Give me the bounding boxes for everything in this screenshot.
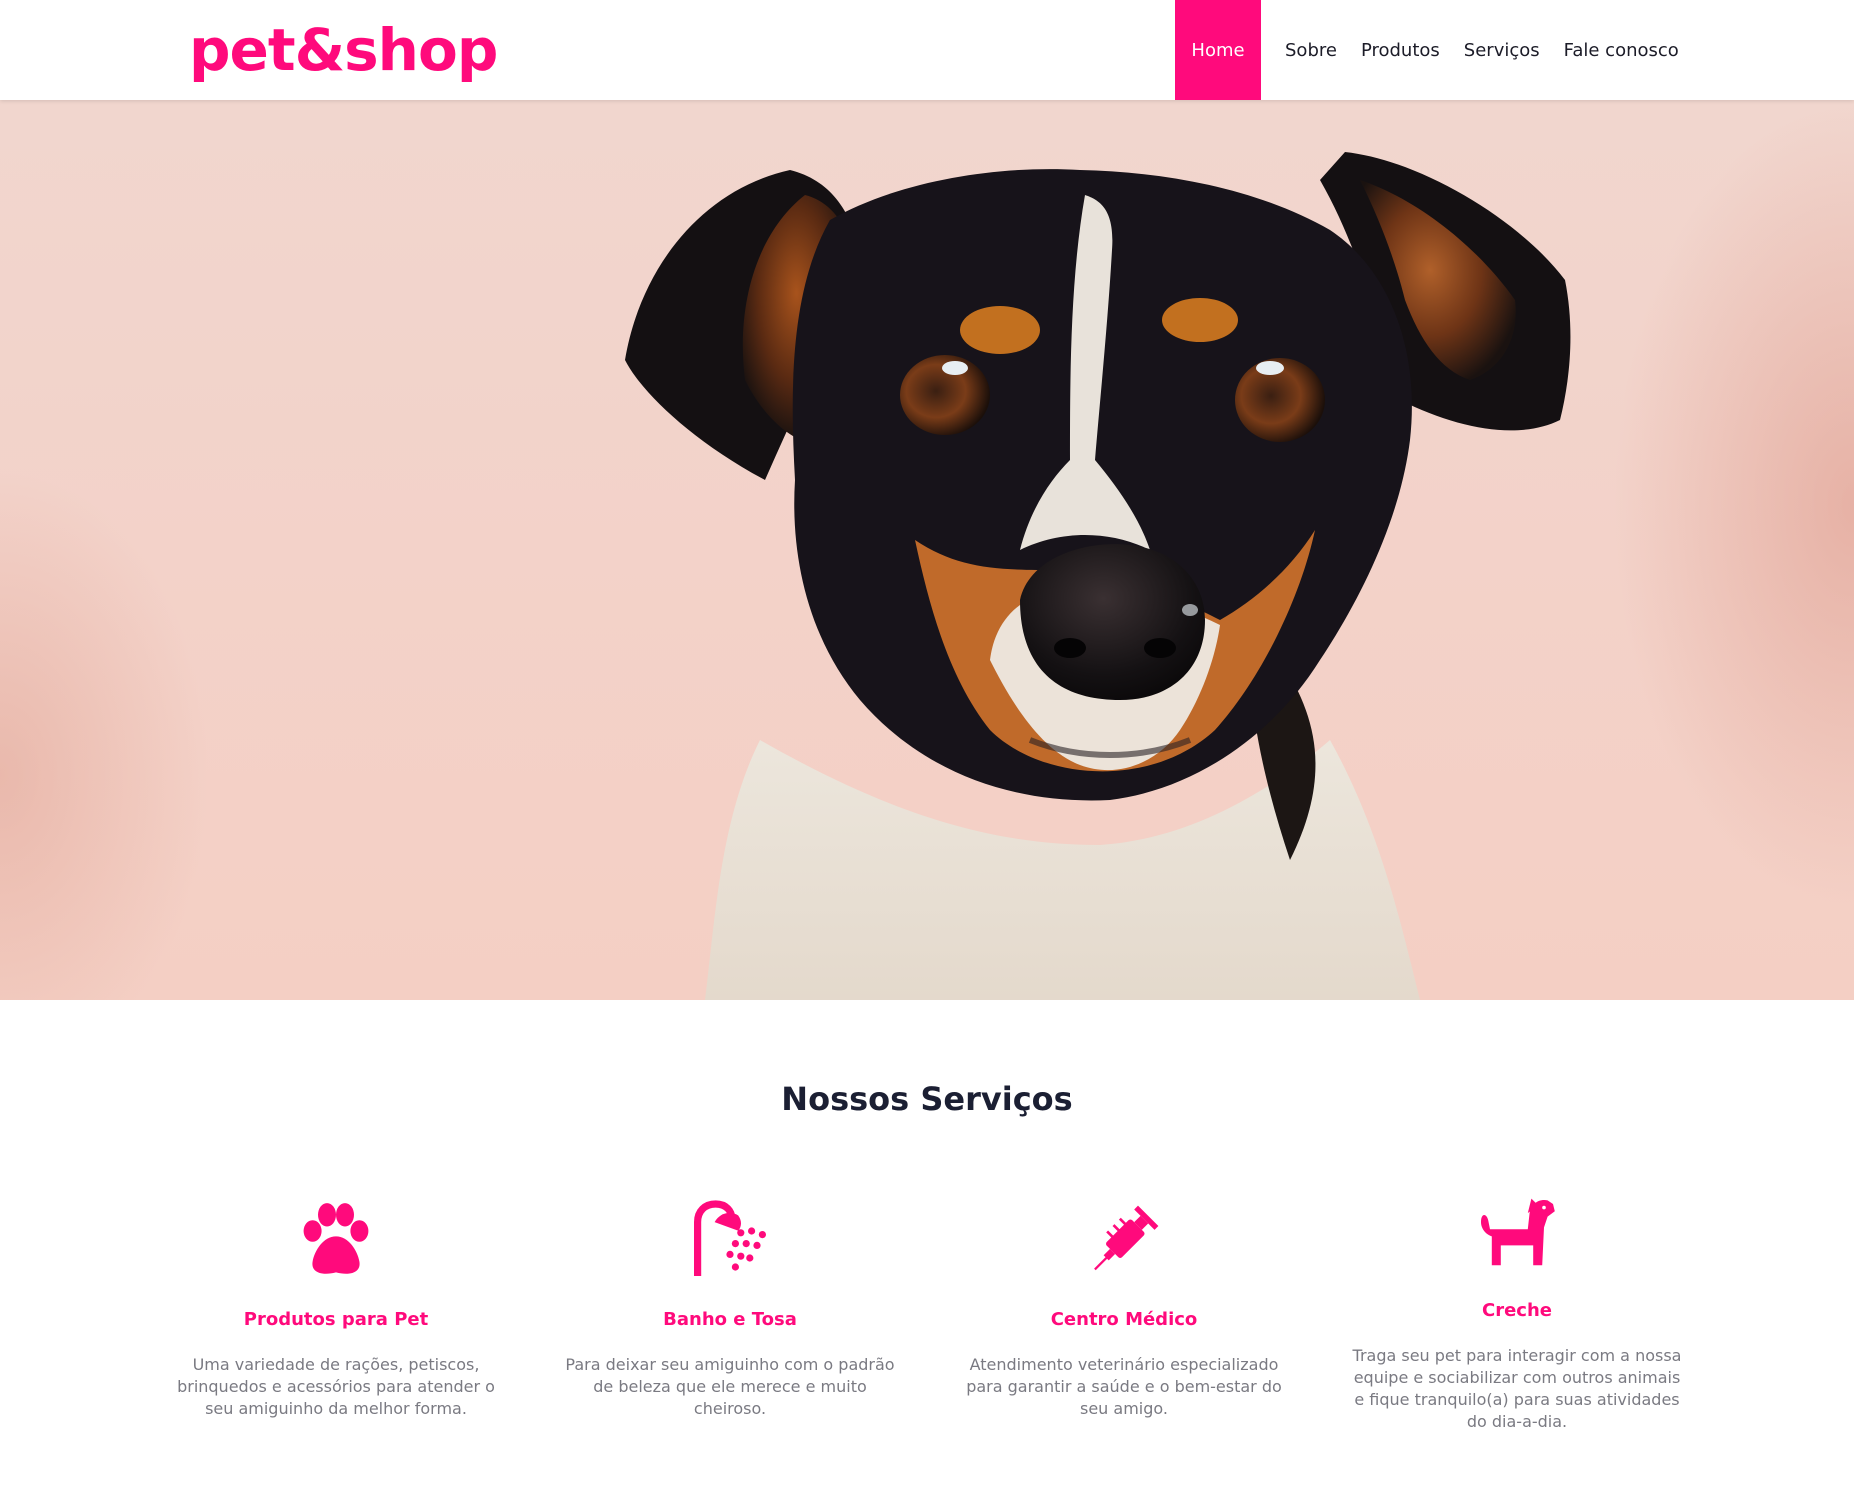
- dog-icon: [1481, 1198, 1555, 1266]
- paw-icon: [303, 1203, 369, 1274]
- service-name: Banho e Tosa: [663, 1309, 797, 1330]
- main-nav: Home Sobre Produtos Serviços Fale conosc…: [1175, 0, 1691, 100]
- hero-banner: [0, 100, 1854, 1000]
- logo[interactable]: pet&shop: [189, 10, 498, 90]
- nav-item-produtos[interactable]: Produtos: [1349, 0, 1452, 100]
- dog-portrait-photo: [625, 152, 1571, 1000]
- service-description: Uma variedade de rações, petiscos, brinq…: [177, 1355, 495, 1418]
- service-name: Creche: [1482, 1300, 1552, 1321]
- syringe-icon: [1094, 1205, 1159, 1271]
- service-card-produtos: Produtos para Pet Uma variedade de raçõe…: [166, 1195, 506, 1420]
- nav-item-servicos[interactable]: Serviços: [1452, 0, 1552, 100]
- service-name: Produtos para Pet: [243, 1309, 429, 1330]
- service-card-banho: Banho e Tosa Para deixar seu amiguinho c…: [560, 1195, 900, 1420]
- nav-item-fale-conosco[interactable]: Fale conosco: [1552, 0, 1691, 100]
- services-title: Nossos Serviços: [781, 1080, 1073, 1118]
- nav-item-home[interactable]: Home: [1175, 0, 1261, 100]
- shower-icon: [694, 1200, 766, 1276]
- service-card-creche: Creche Traga seu pet para interagir com …: [1347, 1186, 1687, 1433]
- service-name: Centro Médico: [1050, 1309, 1198, 1330]
- service-description: Traga seu pet para interagir com a nossa…: [1352, 1346, 1682, 1431]
- service-card-centro-medico: Centro Médico Atendimento veterinário es…: [954, 1195, 1294, 1420]
- nav-item-sobre[interactable]: Sobre: [1273, 0, 1349, 100]
- service-description: Para deixar seu amiguinho com o padrão d…: [565, 1355, 895, 1418]
- service-description: Atendimento veterinário especializado pa…: [966, 1355, 1282, 1418]
- site-header: pet&shop Home Sobre Produtos Serviços Fa…: [0, 0, 1854, 100]
